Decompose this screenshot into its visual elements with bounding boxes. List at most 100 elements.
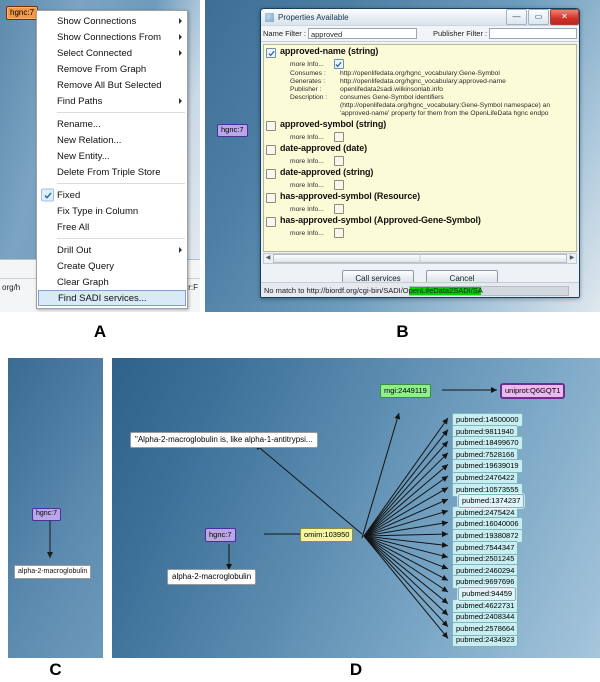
property-checkbox[interactable] <box>266 48 276 58</box>
more-info-checkbox[interactable] <box>333 59 344 69</box>
graph-node-hgnc[interactable]: hgnc:7 <box>205 528 236 542</box>
menu-item-label: Show Connections From <box>57 31 162 43</box>
property-detail-value: http://openlifedata.org/hgnc_vocabulary:… <box>340 78 506 85</box>
chevron-right-icon <box>179 50 182 56</box>
menu-item-delete-from-triple-store[interactable]: Delete From Triple Store <box>37 164 187 180</box>
property-checkbox[interactable] <box>266 121 276 131</box>
graph-node-hgnc[interactable]: hgnc:7 <box>6 6 39 20</box>
scroll-left-arrow[interactable]: ◀ <box>264 255 272 262</box>
more-info-label[interactable]: more Info... <box>290 230 324 237</box>
graph-node-pubmed[interactable]: pubmed:19639019 <box>452 459 523 474</box>
panel-letter-b: B <box>396 322 409 341</box>
scroll-right-arrow[interactable]: ▶ <box>568 255 576 262</box>
graph-node-quote[interactable]: "Alpha-2-macroglobulin is, like alpha-1-… <box>130 432 318 448</box>
more-info-label[interactable]: more Info... <box>290 206 324 213</box>
menu-item-rename[interactable]: Rename... <box>37 116 187 132</box>
menu-item-remove-all-but-selected[interactable]: Remove All But Selected <box>37 77 187 93</box>
more-info-label[interactable]: more Info... <box>290 134 324 141</box>
property-checkbox[interactable] <box>266 169 276 179</box>
menu-item-clear-graph[interactable]: Clear Graph <box>37 274 187 290</box>
panel-letter-a: A <box>93 322 107 341</box>
more-info-label[interactable]: more Info... <box>290 158 324 165</box>
name-filter-input[interactable]: approved <box>307 28 417 39</box>
menu-item-find-paths[interactable]: Find Paths <box>37 93 187 109</box>
panel-letter-c: C <box>49 660 62 679</box>
property-item[interactable]: has-approved-symbol (Resource) more Info.… <box>264 190 576 214</box>
menu-item-label: Show Connections <box>57 15 137 27</box>
property-checkbox[interactable] <box>266 217 276 227</box>
graph-node-hgnc[interactable]: hgnc:7 <box>32 508 62 521</box>
maximize-button[interactable]: ▭ <box>528 9 549 25</box>
more-info-label[interactable]: more Info... <box>290 61 324 68</box>
graph-node-alpha-2-macroglobulin[interactable]: alpha-2-macroglobulin <box>14 565 92 579</box>
menu-item-show-connections[interactable]: Show Connections <box>37 13 187 29</box>
properties-list[interactable]: approved-name (string) more Info... Consum… <box>263 44 577 252</box>
status-text: No match to http://biordf.org/cgi-bin/SA… <box>264 285 483 295</box>
graph-node-omim[interactable]: omim:103950 <box>300 528 354 542</box>
property-item[interactable]: approved-name (string) more Info... Consum… <box>264 45 576 118</box>
edge-omim-to-pubmed <box>363 535 449 639</box>
panel-a-url-right: r:F <box>188 283 198 292</box>
chevron-right-icon <box>179 18 182 24</box>
more-info-label[interactable]: more Info... <box>290 182 324 189</box>
menu-item-remove-from-graph[interactable]: Remove From Graph <box>37 61 187 77</box>
menu-item-label: Find Paths <box>57 95 103 107</box>
edge-omim-to-quote <box>254 443 363 535</box>
minimize-button[interactable]: — <box>506 9 527 25</box>
menu-item-create-query[interactable]: Create Query <box>37 258 187 274</box>
horizontal-scrollbar[interactable]: ◀ ⋮ ▶ <box>263 253 577 264</box>
graph-node-uniprot[interactable]: uniprot:Q6GQT1 <box>500 383 566 399</box>
more-info-checkbox[interactable] <box>333 156 344 166</box>
panel-b-properties-dialog: hgnc:7 Properties Available — ▭ ✕ Name F… <box>205 0 600 312</box>
window-title: Properties Available <box>278 12 349 22</box>
graph-node-mgi[interactable]: mgi:2449119 <box>380 384 431 398</box>
menu-item-label: New Entity... <box>57 150 110 162</box>
more-info-row: more Info... <box>290 132 576 142</box>
menu-item-find-sadi-services[interactable]: Find SADI services... <box>38 290 186 306</box>
window-titlebar: Properties Available — ▭ ✕ <box>261 9 579 26</box>
property-item[interactable]: approved-symbol (string) more Info... <box>264 118 576 142</box>
more-info-checkbox[interactable] <box>333 228 344 238</box>
graph-node-pubmed[interactable]: pubmed:7544347 <box>452 540 519 555</box>
property-detail-value: openlifedata2sadi.wilkinsonlab.info <box>340 86 443 93</box>
menu-item-label: Clear Graph <box>57 276 109 288</box>
scrollbar-thumb[interactable]: ⋮ <box>273 254 567 263</box>
graph-node-pubmed[interactable]: pubmed:1374237 <box>458 494 525 509</box>
menu-item-label: Remove All But Selected <box>57 79 162 91</box>
more-info-row: more Info... <box>290 156 576 166</box>
publisher-filter-input[interactable] <box>489 28 577 39</box>
property-header: approved-symbol (string) <box>266 119 576 131</box>
menu-item-fix-type-in-column[interactable]: Fix Type in Column <box>37 203 187 219</box>
more-info-row: more Info... <box>290 180 576 190</box>
menu-item-label: Find SADI services... <box>58 292 147 304</box>
graph-node-pubmed[interactable]: pubmed:94459 <box>458 587 517 601</box>
menu-item-drill-out[interactable]: Drill Out <box>37 242 187 258</box>
panel-a-url-left: org/h <box>2 283 21 292</box>
graph-node-hgnc[interactable]: hgnc:7 <box>217 124 248 137</box>
property-item[interactable]: date-approved (string) more Info... <box>264 166 576 190</box>
chevron-right-icon <box>179 34 182 40</box>
menu-item-new-entity[interactable]: New Entity... <box>37 148 187 164</box>
property-detail-row: Description : consumes Gene-Symbol identi… <box>290 94 576 102</box>
menu-item-show-connections-from[interactable]: Show Connections From <box>37 29 187 45</box>
property-checkbox[interactable] <box>266 145 276 155</box>
graph-node-alpha-2-macroglobulin[interactable]: alpha-2-macroglobulin <box>167 569 257 585</box>
more-info-checkbox[interactable] <box>333 132 344 142</box>
more-info-checkbox[interactable] <box>333 204 344 214</box>
close-button[interactable]: ✕ <box>550 9 579 25</box>
menu-item-new-relation[interactable]: New Relation... <box>37 132 187 148</box>
property-detail-row: Generates : http://openlifedata.org/hgnc_… <box>290 78 576 86</box>
graph-node-pubmed[interactable]: pubmed:2578664 <box>452 621 519 636</box>
property-item[interactable]: date-approved (date) more Info... <box>264 142 576 166</box>
property-detail-value: 'approved-name' property for them from t… <box>340 110 549 117</box>
menu-item-fixed[interactable]: Fixed <box>37 187 187 203</box>
property-checkbox[interactable] <box>266 193 276 203</box>
menu-item-label: Delete From Triple Store <box>57 166 161 178</box>
property-item[interactable]: has-approved-symbol (Approved-Gene-Symbo… <box>264 214 576 238</box>
menu-item-free-all[interactable]: Free All <box>37 219 187 235</box>
menu-item-select-connected[interactable]: Select Connected <box>37 45 187 61</box>
chevron-right-icon <box>179 247 182 253</box>
more-info-checkbox[interactable] <box>333 180 344 190</box>
context-menu[interactable]: Show Connections Show Connections From Sel… <box>36 10 188 309</box>
menu-separator <box>57 112 185 113</box>
